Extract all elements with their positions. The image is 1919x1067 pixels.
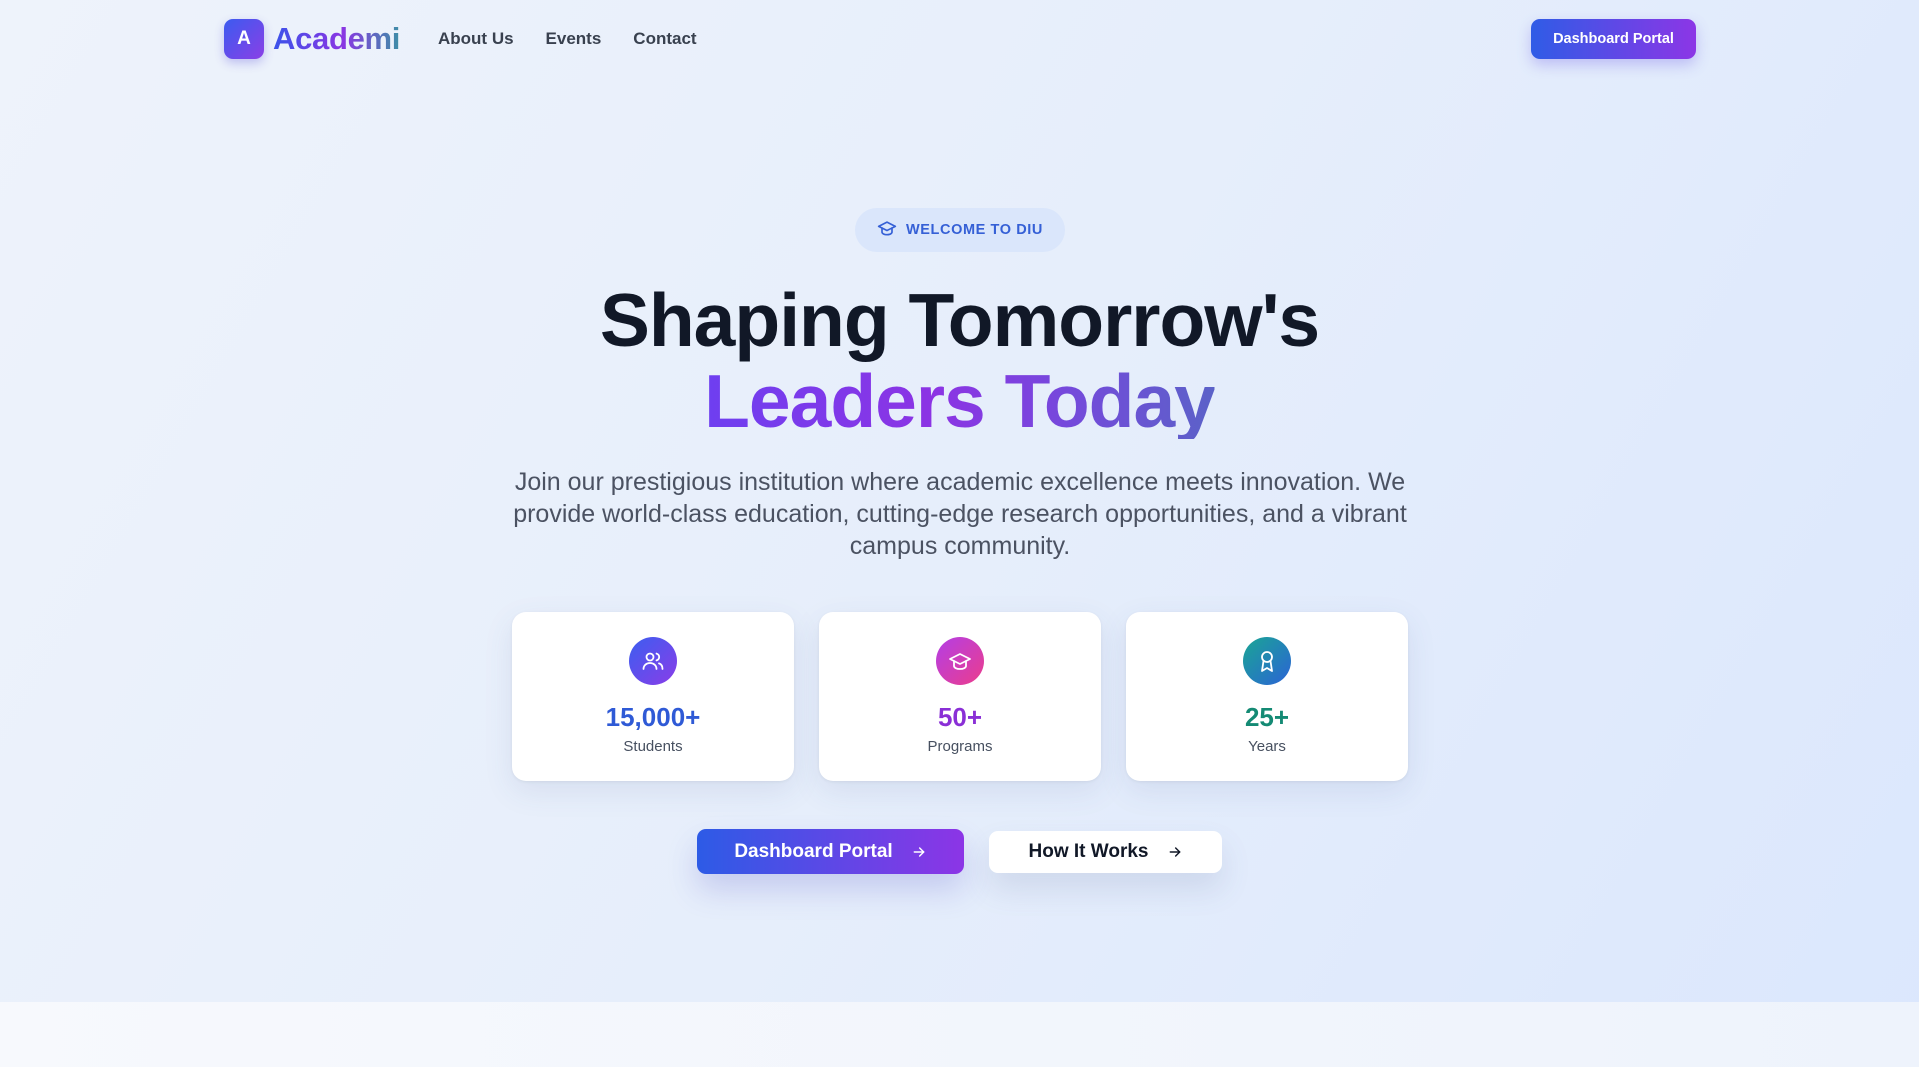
stat-label: Students (623, 738, 683, 755)
graduation-cap-icon (936, 637, 984, 685)
hero-headline-line2: Leaders Today (704, 359, 1216, 443)
nav-link-about-us[interactable]: About Us (438, 29, 514, 49)
nav-link-contact[interactable]: Contact (633, 29, 696, 49)
stats-row: 15,000+ Students 50+ Programs 25+ Years (512, 612, 1408, 781)
brand-name: Academi (273, 21, 401, 56)
top-navbar: A Academi About Us Events Contact Dashbo… (0, 0, 1919, 80)
stat-card-years: 25+ Years (1126, 612, 1408, 781)
welcome-badge-label: WELCOME TO DIU (905, 222, 1044, 238)
graduation-cap-icon (877, 218, 897, 242)
next-section-band (0, 1002, 1919, 1067)
stat-label: Years (1248, 738, 1286, 755)
stat-value: 15,000+ (605, 702, 701, 732)
dashboard-portal-button-label: Dashboard Portal (734, 840, 893, 862)
dashboard-portal-button[interactable]: Dashboard Portal (697, 829, 964, 874)
welcome-badge: WELCOME TO DIU (855, 208, 1065, 252)
arrow-right-icon (911, 844, 927, 860)
stat-label: Programs (927, 738, 993, 755)
nav-link-events[interactable]: Events (546, 29, 602, 49)
stat-card-students: 15,000+ Students (512, 612, 794, 781)
hero-headline-line1: Shaping Tomorrow's (599, 278, 1320, 362)
logo-mark: A (224, 19, 264, 59)
users-icon (629, 637, 677, 685)
stat-value: 25+ (1244, 702, 1290, 732)
how-it-works-button[interactable]: How It Works (989, 831, 1222, 873)
how-it-works-button-label: How It Works (1028, 841, 1149, 862)
nav-dashboard-portal-button[interactable]: Dashboard Portal (1531, 19, 1696, 59)
brand-logo[interactable]: A Academi (224, 19, 400, 59)
award-icon (1243, 637, 1291, 685)
stat-value: 50+ (937, 702, 983, 732)
arrow-right-icon (1167, 844, 1183, 860)
hero-subtitle: Join our prestigious institution where a… (513, 468, 1407, 560)
nav-links: About Us Events Contact (438, 29, 697, 49)
stat-card-programs: 50+ Programs (819, 612, 1101, 781)
